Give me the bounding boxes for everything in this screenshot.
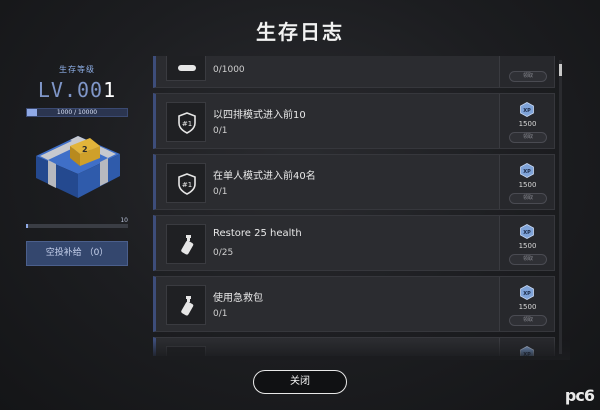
reward-column: 领取 <box>499 56 554 87</box>
svg-text:#1: #1 <box>182 181 192 189</box>
supply-progress-bar <box>26 224 128 228</box>
reward-column: XP 1500 领取 <box>499 216 554 270</box>
list-fade <box>150 340 570 360</box>
task-name: 以四排模式进入前10 <box>213 110 306 121</box>
xp-badge-icon: XP <box>520 285 534 300</box>
level-caption: 生存等级 <box>59 65 95 74</box>
xp-badge-icon: XP <box>520 163 534 178</box>
xp-reward-amount: 1500 <box>518 181 537 189</box>
task-progress: 0/1 <box>213 187 228 197</box>
task-progress: 0/1 <box>213 309 228 319</box>
svg-text:XP: XP <box>523 291 531 297</box>
task-card: #1 在单人模式进入前40名 0/1 XP 1500 领取 <box>153 154 555 210</box>
svg-text:XP: XP <box>523 230 531 236</box>
claim-button[interactable]: 领取 <box>509 193 547 204</box>
task-card: #1 以四排模式进入前10 0/1 XP 1500 领取 <box>153 93 555 149</box>
scrollbar-track[interactable] <box>559 60 562 354</box>
task-progress: 0/1 <box>213 126 228 136</box>
level-panel: 生存等级 LV.001 1000 / 10000 2 10 空投补给 （0） <box>26 60 128 270</box>
svg-text:2: 2 <box>82 145 88 154</box>
xp-progress-bar: 1000 / 10000 <box>26 108 128 117</box>
rank-shield-icon: #1 <box>178 173 196 195</box>
xp-badge-icon: XP <box>520 224 534 239</box>
task-icon-box <box>166 285 206 325</box>
reward-column: XP 1500 领取 <box>499 94 554 148</box>
spray-bottle-icon <box>181 235 194 255</box>
xp-badge-icon: XP <box>520 102 534 117</box>
xp-reward-amount: 1500 <box>518 303 537 311</box>
task-list[interactable]: 0/1000 领取 #1 以四排模式进入前10 0/1 XP 1500 领取 #… <box>150 56 558 356</box>
xp-reward-amount: 1500 <box>518 120 537 128</box>
reward-column: XP 1500 领取 <box>499 277 554 331</box>
claim-button[interactable]: 领取 <box>509 71 547 82</box>
airdrop-supply-button[interactable]: 空投补给 （0） <box>26 241 128 266</box>
spray-bottle-icon <box>181 296 194 316</box>
svg-text:#1: #1 <box>182 120 192 128</box>
task-name: 使用急救包 <box>213 293 263 304</box>
level-last-digit: 1 <box>103 78 117 102</box>
supply-crate-icon: 2 <box>36 136 120 198</box>
claim-button[interactable]: 领取 <box>509 315 547 326</box>
xp-progress-text: 1000 / 10000 <box>56 109 98 116</box>
claim-button[interactable]: 领取 <box>509 132 547 143</box>
level-prefix: LV.00 <box>37 78 104 102</box>
svg-text:XP: XP <box>523 108 531 114</box>
task-progress: 0/1000 <box>213 65 245 75</box>
controller-icon <box>178 65 196 71</box>
close-button[interactable]: 关闭 <box>253 370 347 394</box>
survival-log-screen: 生存日志 生存等级 LV.001 1000 / 10000 2 10 空投补给 … <box>0 0 600 410</box>
claim-button[interactable]: 领取 <box>509 254 547 265</box>
svg-text:XP: XP <box>523 169 531 175</box>
task-card: 使用急救包 0/1 XP 1500 领取 <box>153 276 555 332</box>
task-icon-box <box>166 224 206 264</box>
task-progress: 0/25 <box>213 248 234 258</box>
supply-max-label: 10 <box>120 217 128 224</box>
page-title: 生存日志 <box>256 20 344 44</box>
task-icon-box: #1 <box>166 163 206 203</box>
task-name: Restore 25 health <box>213 228 302 239</box>
scrollbar-thumb[interactable] <box>559 64 562 76</box>
xp-reward-amount: 1500 <box>518 242 537 250</box>
task-card: 0/1000 领取 <box>153 56 555 88</box>
watermark-logo: pc6 <box>564 386 595 405</box>
task-icon-box <box>166 56 206 81</box>
task-icon-box: #1 <box>166 102 206 142</box>
supply-progress-fill <box>26 224 29 228</box>
level-value: LV.001 <box>26 78 128 102</box>
task-card: Restore 25 health 0/25 XP 1500 领取 <box>153 215 555 271</box>
task-name: 在单人模式进入前40名 <box>213 171 316 182</box>
rank-shield-icon: #1 <box>178 112 196 134</box>
reward-column: XP 1500 领取 <box>499 155 554 209</box>
